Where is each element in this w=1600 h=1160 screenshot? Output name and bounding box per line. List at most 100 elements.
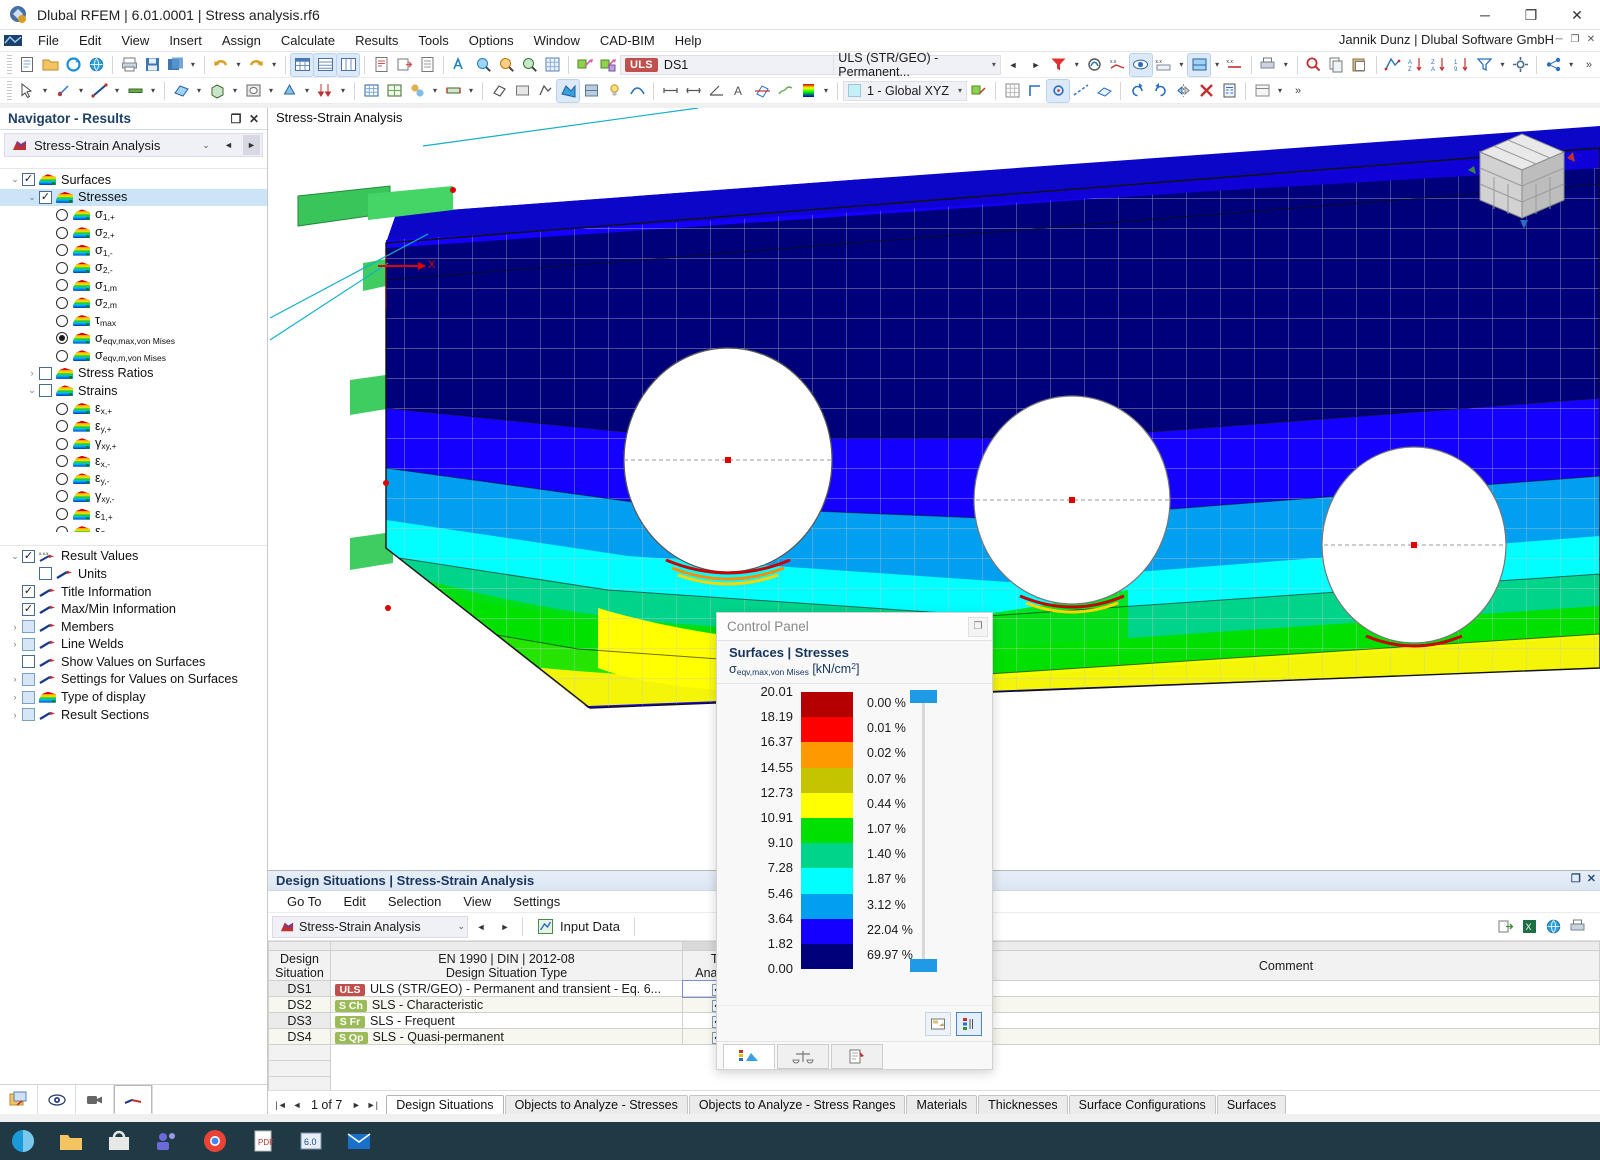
more-tools-icon[interactable] bbox=[1251, 80, 1273, 102]
work-plane-icon[interactable] bbox=[1093, 80, 1115, 102]
cell-design-situation-type[interactable]: S FrSLS - Frequent bbox=[331, 1013, 683, 1029]
chevron-down-icon[interactable]: ⌄ bbox=[25, 192, 39, 203]
cell-design-situation[interactable]: DS2 bbox=[269, 997, 331, 1013]
redo-icon[interactable] bbox=[245, 54, 267, 76]
slider-handle-bottom[interactable] bbox=[910, 959, 937, 972]
menu-calculate[interactable]: Calculate bbox=[271, 31, 345, 50]
cell-design-situation[interactable]: DS3 bbox=[269, 1013, 331, 1029]
radio-button[interactable] bbox=[56, 438, 68, 450]
doc-restore-button[interactable]: ❐ bbox=[1568, 31, 1582, 47]
printout-dropdown-icon[interactable]: ▾ bbox=[1280, 54, 1292, 76]
load-case-next-button[interactable]: ► bbox=[1025, 54, 1047, 76]
show-results-icon[interactable] bbox=[1130, 54, 1152, 76]
checkbox[interactable] bbox=[39, 367, 52, 380]
table-columns-icon[interactable] bbox=[337, 54, 359, 76]
doc-minimize-button[interactable]: ─ bbox=[1552, 31, 1566, 47]
chevron-down-icon[interactable]: ⌄ bbox=[8, 174, 22, 185]
tree-item-2[interactable]: ε2,+ bbox=[0, 523, 267, 532]
tree-item-result-values[interactable]: ⌄✓x.x.xResult Values bbox=[0, 548, 267, 566]
legend-color-swatch[interactable] bbox=[801, 944, 853, 969]
radio-button[interactable] bbox=[56, 350, 68, 362]
col-comment[interactable]: Comment bbox=[973, 951, 1600, 981]
share-icon[interactable] bbox=[1542, 54, 1564, 76]
navigator-prev-button[interactable]: ◄ bbox=[220, 135, 237, 155]
menu-tools[interactable]: Tools bbox=[408, 31, 458, 50]
table-view-icon[interactable] bbox=[291, 54, 313, 76]
result-values-icon[interactable]: x.x bbox=[1107, 54, 1129, 76]
tree-item-xy[interactable]: γxy,- bbox=[0, 488, 267, 506]
chevron-down-icon[interactable]: ▾ bbox=[992, 60, 996, 69]
checkbox[interactable] bbox=[22, 673, 35, 686]
chevron-down-icon[interactable]: ⌄ bbox=[8, 551, 22, 562]
dimension-h-icon[interactable] bbox=[659, 80, 681, 102]
result-diagram-icon[interactable] bbox=[1084, 54, 1106, 76]
filter-results-icon[interactable] bbox=[1048, 54, 1070, 76]
close-button[interactable]: ✕ bbox=[1554, 0, 1600, 30]
angle-icon[interactable] bbox=[705, 80, 727, 102]
filter-table-icon[interactable] bbox=[1474, 54, 1496, 76]
coordinate-system-combo[interactable]: 1 - Global XYZ ▾ bbox=[843, 81, 967, 101]
checkbox[interactable]: ✓ bbox=[22, 585, 35, 598]
table-prev-button[interactable]: ◄ bbox=[470, 916, 492, 938]
legend-color-swatch[interactable] bbox=[801, 692, 853, 717]
doc-close-button[interactable]: ✕ bbox=[1584, 31, 1598, 47]
thickness-dropdown-icon[interactable]: ▾ bbox=[465, 80, 477, 102]
cell-comment[interactable] bbox=[973, 1029, 1600, 1045]
tree-item-surfaces[interactable]: ⌄✓Surfaces bbox=[0, 171, 267, 189]
light-icon[interactable] bbox=[603, 80, 625, 102]
radio-button[interactable] bbox=[56, 244, 68, 256]
navigator-close-button[interactable]: ✕ bbox=[245, 110, 263, 128]
menu-insert[interactable]: Insert bbox=[159, 31, 212, 50]
tree-item-result-sections[interactable]: ›Result Sections bbox=[0, 706, 267, 724]
member-icon[interactable] bbox=[124, 80, 146, 102]
table-rows-icon[interactable] bbox=[314, 54, 336, 76]
chevron-right-icon[interactable]: › bbox=[8, 674, 22, 684]
dimension-v-icon[interactable] bbox=[682, 80, 704, 102]
cell-design-situation[interactable]: DS4 bbox=[269, 1029, 331, 1045]
render-results-icon[interactable] bbox=[557, 80, 579, 102]
table-export-icon[interactable] bbox=[1494, 916, 1516, 938]
chevron-right-icon[interactable]: › bbox=[8, 710, 22, 720]
table-panel-close-button[interactable]: ✕ bbox=[1587, 872, 1596, 885]
chevron-right-icon[interactable]: › bbox=[8, 692, 22, 702]
result-colors-dropdown-icon[interactable]: ▾ bbox=[1211, 54, 1223, 76]
result-colors-icon[interactable] bbox=[1188, 54, 1210, 76]
radio-button[interactable] bbox=[56, 262, 68, 274]
radio-button[interactable] bbox=[56, 455, 68, 467]
tree-item-2[interactable]: σ2,- bbox=[0, 259, 267, 277]
tree-item-1[interactable]: ε1,+ bbox=[0, 505, 267, 523]
tab-objects-to-analyze-stresses[interactable]: Objects to Analyze - Stresses bbox=[505, 1095, 688, 1114]
zoom-previous-icon[interactable] bbox=[495, 54, 517, 76]
menu-edit[interactable]: Edit bbox=[69, 31, 111, 50]
radio-button[interactable] bbox=[56, 490, 68, 502]
line-icon[interactable] bbox=[88, 80, 110, 102]
load-case-combo[interactable]: ULS DS1 bbox=[620, 55, 836, 75]
new-file-icon[interactable] bbox=[16, 54, 38, 76]
checkbox[interactable]: ✓ bbox=[39, 191, 52, 204]
deformation-icon[interactable] bbox=[626, 80, 648, 102]
tree-item-x[interactable]: εx,+ bbox=[0, 400, 267, 418]
printout-report-icon[interactable] bbox=[370, 54, 392, 76]
tree-item-x[interactable]: εx,- bbox=[0, 453, 267, 471]
taskbar-rfem-icon[interactable]: 6.0 bbox=[298, 1128, 324, 1154]
tree-item-1[interactable]: σ1,- bbox=[0, 241, 267, 259]
tab-thicknesses[interactable]: Thicknesses bbox=[978, 1095, 1067, 1114]
object-snap-icon[interactable] bbox=[1047, 80, 1069, 102]
copy-icon[interactable] bbox=[1326, 54, 1348, 76]
tree-item-stress-ratios[interactable]: ›Stress Ratios bbox=[0, 365, 267, 383]
radio-button[interactable] bbox=[56, 227, 68, 239]
support-dropdown-icon[interactable]: ▾ bbox=[301, 80, 313, 102]
taskbar-chrome-icon[interactable] bbox=[202, 1128, 228, 1154]
load-case-next-icon[interactable] bbox=[597, 54, 619, 76]
tree-item-type-of-display[interactable]: ›Type of display bbox=[0, 688, 267, 706]
globe-icon[interactable] bbox=[85, 54, 107, 76]
navigator-design-situation-selector[interactable]: Stress-Strain Analysis ⌄ ◄ ► bbox=[4, 133, 263, 157]
tree-item-strains[interactable]: ⌄Strains bbox=[0, 382, 267, 400]
tree-item-2[interactable]: σ2,+ bbox=[0, 224, 267, 242]
cell-design-situation-type[interactable]: S ChSLS - Characteristic bbox=[331, 997, 683, 1013]
legend-color-swatch[interactable] bbox=[801, 868, 853, 893]
taskbar-teams-icon[interactable] bbox=[154, 1128, 180, 1154]
chevron-right-icon[interactable]: › bbox=[8, 622, 22, 632]
surface-icon[interactable] bbox=[170, 80, 192, 102]
printout-icon[interactable] bbox=[1257, 54, 1279, 76]
